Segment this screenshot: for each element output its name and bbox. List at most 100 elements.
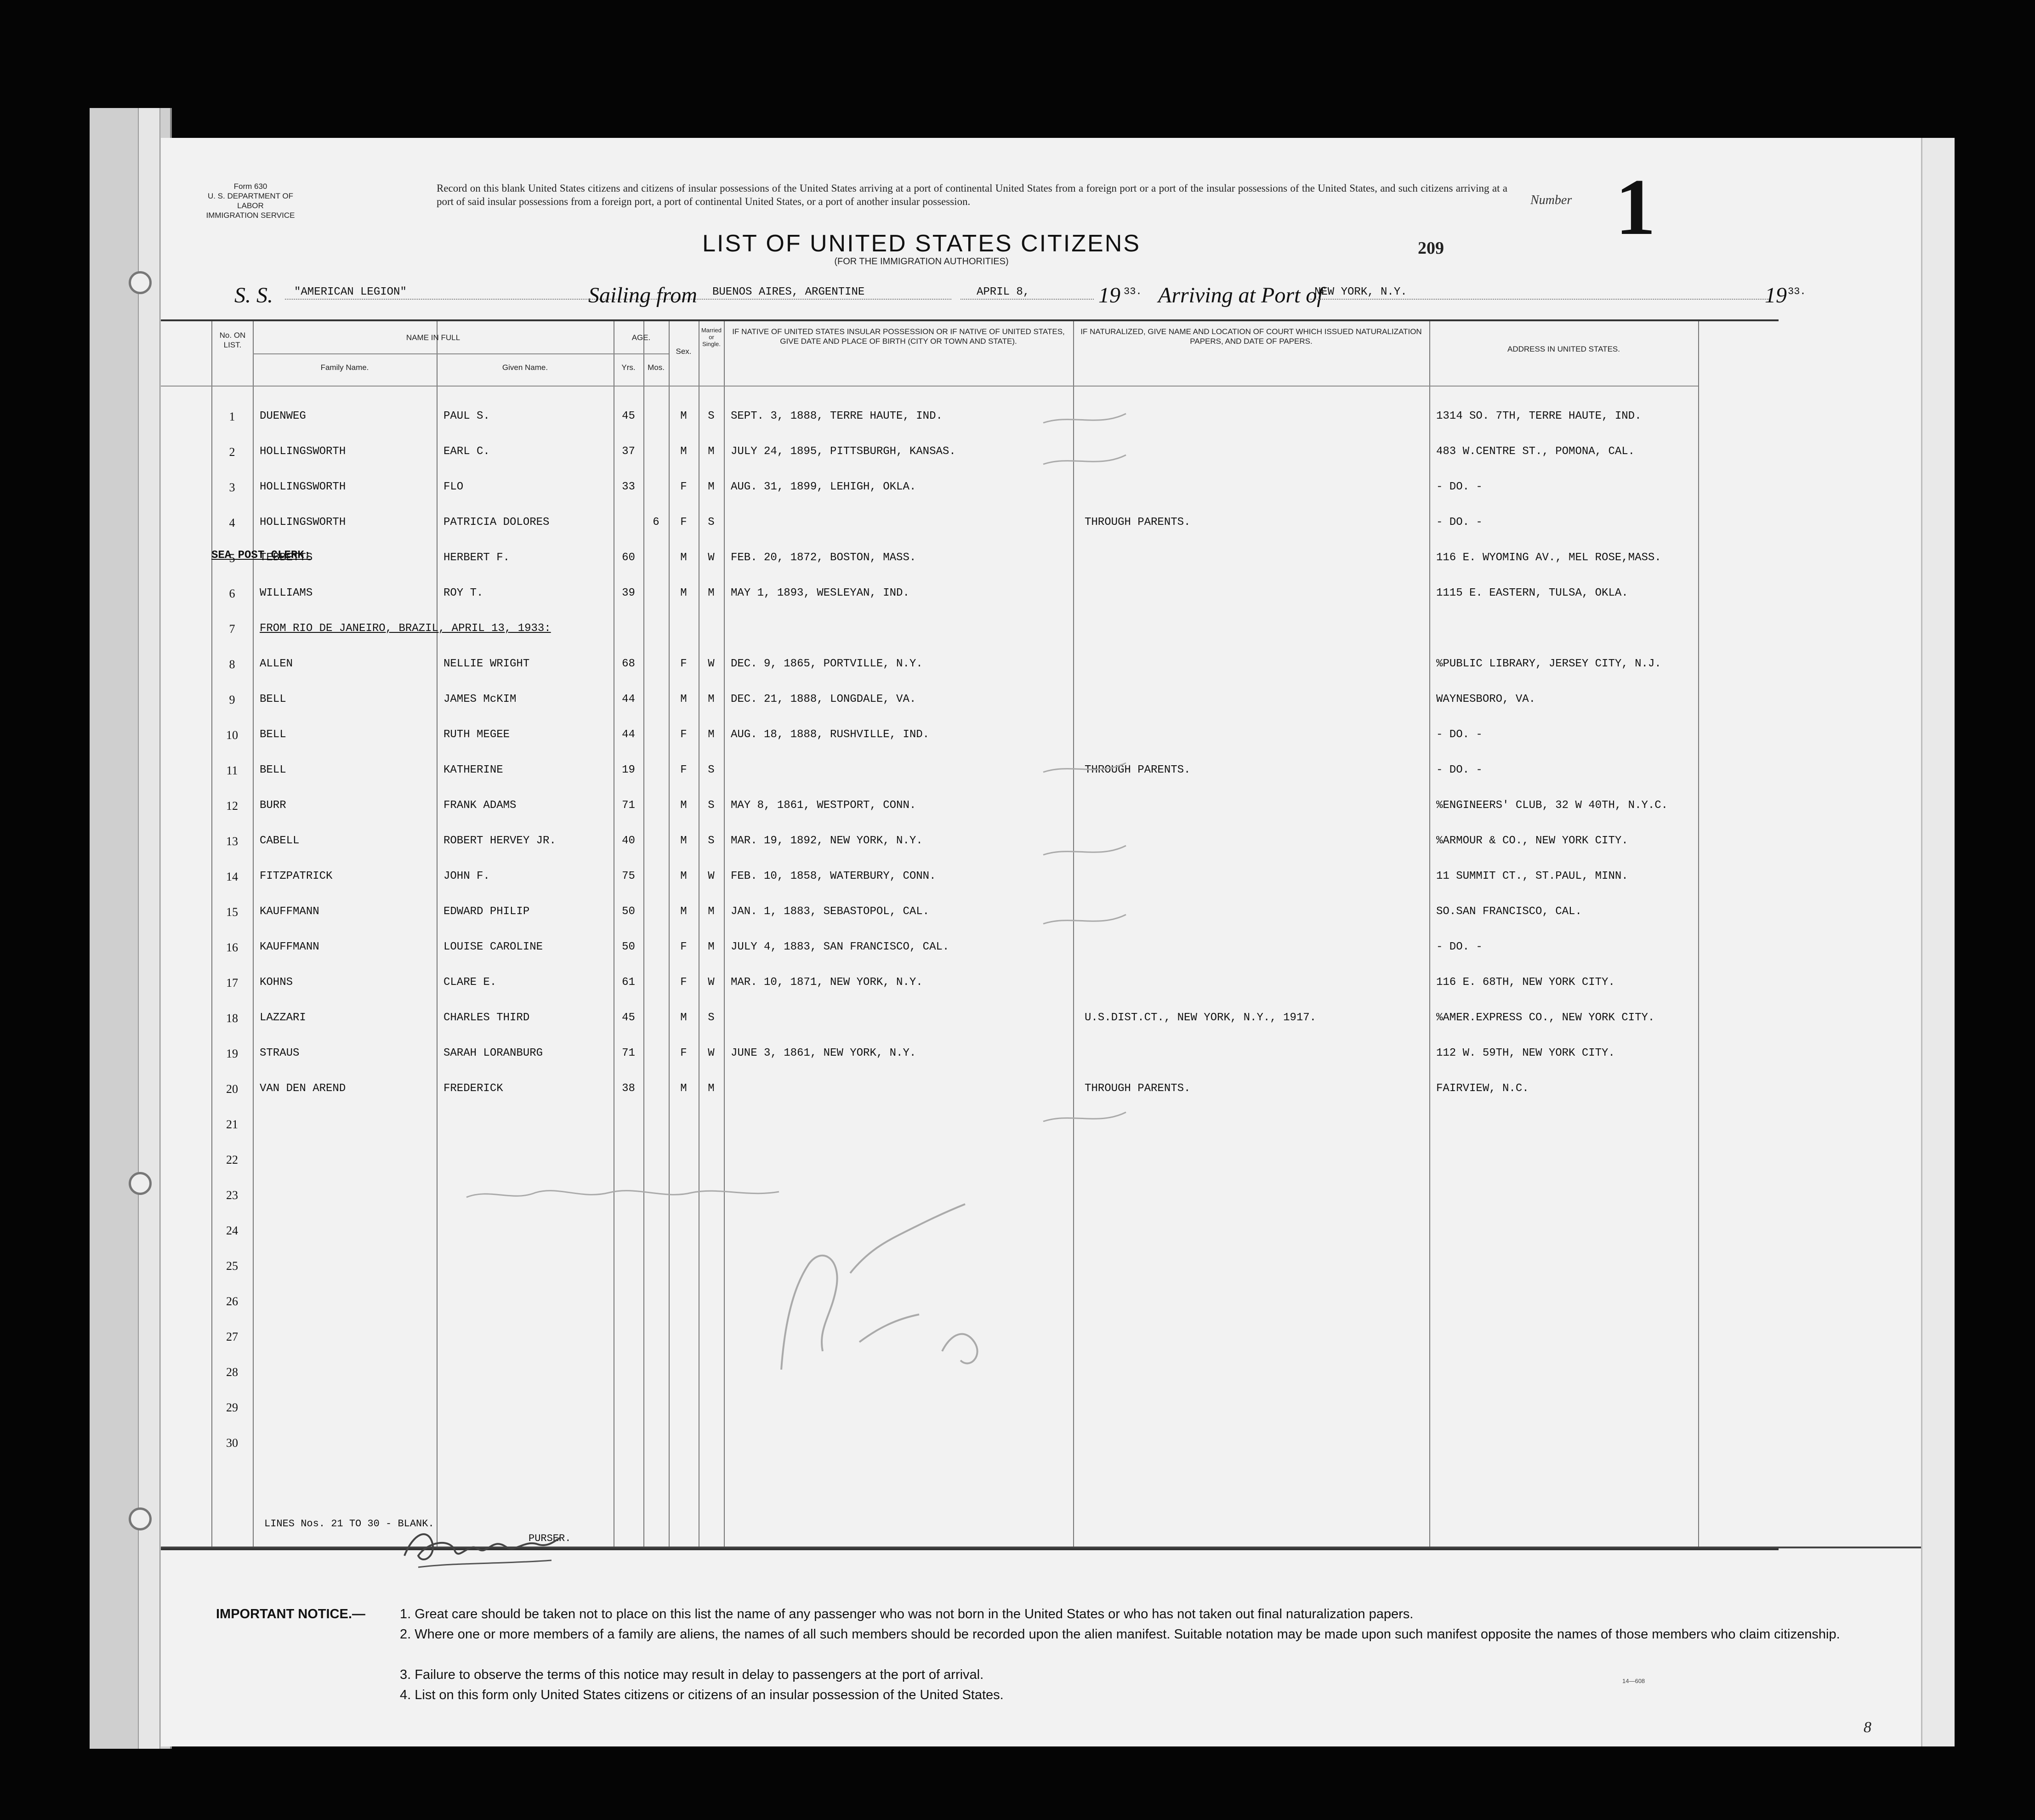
cell-given: ROY T.	[443, 587, 483, 599]
cell-yrs: 61	[622, 976, 635, 989]
cell-sex: M	[680, 870, 687, 882]
cell-no: 24	[226, 1224, 238, 1237]
cell-ms: M	[708, 941, 715, 953]
cell-yrs: 19	[622, 764, 635, 776]
cell-birth: JUNE 3, 1861, NEW YORK, N.Y.	[731, 1047, 916, 1059]
cell-family: BURR	[260, 799, 286, 812]
cell-yrs: 33	[622, 481, 635, 493]
cell-ms: M	[708, 693, 715, 705]
col-married-header: Married or Single.	[701, 327, 722, 347]
cell-ms: S	[708, 835, 715, 847]
arrival-year-suffix: 33.	[1788, 286, 1806, 297]
cell-ms: M	[708, 481, 715, 493]
punch-hole	[129, 1172, 152, 1195]
date-dotted-line	[961, 299, 1094, 300]
cell-birth: DEC. 9, 1865, PORTVILLE, N.Y.	[731, 658, 923, 670]
list-number: Number 1	[1530, 162, 1668, 251]
cell-yrs: 75	[622, 870, 635, 882]
table-footer-rule	[161, 1547, 1921, 1548]
cell-addr: %AMER.EXPRESS CO., NEW YORK CITY.	[1436, 1012, 1655, 1024]
punch-hole	[129, 271, 152, 294]
cell-birth: MAY 1, 1893, WESLEYAN, IND.	[731, 587, 909, 599]
notice-item-4: 4. List on this form only United States …	[400, 1688, 1004, 1702]
cell-sex: M	[680, 552, 687, 564]
cell-sex: M	[680, 445, 687, 458]
passport-pencil-marks	[1043, 413, 1126, 1122]
cell-no: 23	[226, 1189, 238, 1202]
cell-given: CHARLES THIRD	[443, 1012, 530, 1024]
cell-ms: S	[708, 516, 715, 529]
page-number: 8	[1864, 1719, 1871, 1736]
ship-name: "AMERICAN LEGION"	[294, 286, 407, 298]
cell-birth: JULY 24, 1895, PITTSBURGH, KANSAS.	[731, 445, 956, 458]
cell-addr: SO.SAN FRANCISCO, CAL.	[1436, 905, 1582, 918]
cell-ms: W	[708, 1047, 715, 1059]
cell-yrs: 71	[622, 799, 635, 812]
cell-addr: 483 W.CENTRE ST., POMONA, CAL.	[1436, 445, 1635, 458]
cell-given: EDWARD PHILIP	[443, 905, 530, 918]
cell-sex: F	[680, 658, 687, 670]
notice-item-1: 1. Great care should be taken not to pla…	[400, 1607, 1414, 1621]
right-panel	[1921, 138, 1955, 1746]
cell-birth: AUG. 31, 1899, LEHIGH, OKLA.	[731, 481, 916, 493]
cell-ms: M	[708, 905, 715, 918]
cell-sex: F	[680, 481, 687, 493]
cell-family: DUENWEG	[260, 410, 306, 422]
cell-no: 27	[226, 1330, 238, 1343]
cell-no: 10	[226, 728, 238, 742]
cell-yrs: 45	[622, 410, 635, 422]
col-address-header: ADDRESS IN UNITED STATES.	[1507, 345, 1620, 353]
table-row: 1 DUENWEG PAUL S. 45 M S SEPT. 3, 1888, TERRE …	[161, 397, 1779, 432]
cell-given: EARL C.	[443, 445, 490, 458]
table-row: 3 HOLLINGSWORTH FLO 33 F M AUG. 31, 1899, LEHI…	[161, 468, 1779, 503]
col-age-header: AGE.	[631, 333, 651, 342]
cell-given: FRANK ADAMS	[443, 799, 517, 812]
cell-no: 26	[226, 1295, 238, 1308]
cell-sex: F	[680, 516, 687, 529]
table-row: 19 STRAUS SARAH LORANBURG 71 F W JUNE 3, 1861,…	[161, 1034, 1779, 1069]
cell-family: FROM RIO DE JANEIRO, BRAZIL, APRIL 13, 1…	[260, 622, 551, 635]
col-name-header: NAME IN FULL	[406, 333, 460, 342]
col-no-header: No. ON LIST.	[219, 331, 246, 349]
cell-ms: M	[708, 728, 715, 741]
cell-family: BELL	[260, 693, 286, 705]
table-row: 6 WILLIAMS ROY T. 39 M M MAY 1, 1893, WESLEYAN…	[161, 574, 1779, 609]
cell-family: KAUFFMANN	[260, 941, 319, 953]
cell-family: FITZPATRICK	[260, 870, 333, 882]
ss-label: S. S.	[234, 283, 273, 307]
table-row: 8 ALLEN NELLIE WRIGHT 68 F W DEC. 9, 1865, POR…	[161, 645, 1779, 680]
cell-given: LOUISE CAROLINE	[443, 941, 543, 953]
cell-addr: - DO. -	[1436, 516, 1483, 529]
cell-sex: F	[680, 728, 687, 741]
cell-yrs: 45	[622, 1012, 635, 1024]
cell-given: RUTH MEGEE	[443, 728, 510, 741]
cell-yrs: 37	[622, 445, 635, 458]
cell-no: 9	[229, 693, 235, 706]
cell-no: 14	[226, 870, 238, 883]
cell-addr: FAIRVIEW, N.C.	[1436, 1082, 1529, 1095]
cell-birth: AUG. 18, 1888, RUSHVILLE, IND.	[731, 728, 930, 741]
cell-family: KAUFFMANN	[260, 905, 319, 918]
cell-yrs: 44	[622, 693, 635, 705]
col-yrs-header: Yrs.	[621, 363, 636, 372]
cell-addr: WAYNESBORO, VA.	[1436, 693, 1536, 705]
pencil-markings	[780, 1203, 978, 1370]
cell-birth: MAR. 10, 1871, NEW YORK, N.Y.	[731, 976, 923, 989]
table-row: 20 VAN DEN AREND FREDERICK 38 M M THROUGH PARE…	[161, 1069, 1779, 1105]
cell-no: 18	[226, 1012, 238, 1025]
cell-birth: JULY 4, 1883, SAN FRANCISCO, CAL.	[731, 941, 949, 953]
col-sex-header: Sex.	[676, 347, 692, 356]
arrival-port: NEW YORK, N.Y.	[1314, 286, 1407, 298]
cell-family: BELL	[260, 764, 286, 776]
table-row: 13 CABELL ROBERT HERVEY JR. 40 M S MAR. 19, 18…	[161, 822, 1779, 857]
cell-no: 8	[229, 658, 235, 671]
record-instructions: Record on this blank United States citiz…	[437, 182, 1507, 207]
cell-no: 2	[229, 445, 235, 459]
cell-given: SARAH LORANBURG	[443, 1047, 543, 1059]
cell-family: WILLIAMS	[260, 587, 313, 599]
cell-no: 7	[229, 622, 235, 636]
cell-yrs: 50	[622, 905, 635, 918]
col-birth-header: IF NATIVE OF UNITED STATES INSULAR POSSE…	[732, 327, 1065, 346]
header-bottom-line	[161, 386, 1698, 387]
cell-given: PAUL S.	[443, 410, 490, 422]
